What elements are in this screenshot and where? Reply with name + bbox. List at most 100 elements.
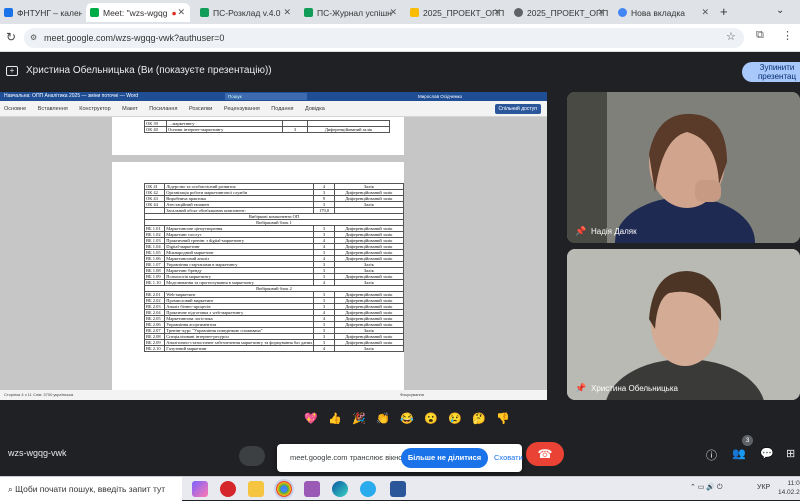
toast-message: meet.google.com транслює вікно. (290, 453, 405, 462)
word-share-button[interactable]: Спільний доступ (494, 104, 541, 114)
ribbon-tab[interactable]: Основне (4, 106, 26, 112)
edge-icon[interactable] (332, 481, 348, 497)
chat-icon[interactable]: 💬 (760, 447, 774, 460)
chevron-down-icon[interactable]: ⌄ (776, 5, 784, 16)
reaction-party[interactable]: 🎉 (348, 410, 370, 428)
clock[interactable]: 11:0 14.02.2 (778, 479, 800, 497)
site-info-icon[interactable]: ⚙ (30, 28, 37, 48)
ribbon-tab[interactable]: Вставлення (38, 106, 68, 112)
reaction-thinking[interactable]: 🤔 (468, 410, 490, 428)
hide-toast-link[interactable]: Сховати (494, 453, 523, 462)
meeting-code: wzs-wgqg-vwk (8, 448, 67, 458)
pin-icon[interactable]: 📌 (575, 226, 586, 237)
close-icon[interactable]: ✕ (597, 7, 605, 18)
reaction-sad[interactable]: 😢 (444, 410, 466, 428)
sharing-toast: meet.google.com транслює вікно. Більше н… (277, 444, 523, 472)
close-icon[interactable]: ✕ (177, 7, 185, 18)
reaction-heart[interactable]: 💖 (300, 410, 322, 428)
word-search-box[interactable]: Пошук (225, 93, 307, 100)
document-page: ОК 41 Лідерство та особистісний розвиток 4… (112, 162, 405, 390)
reaction-thumbs-down[interactable]: 👎 (492, 410, 514, 428)
menu-icon[interactable]: ⋮ (782, 29, 793, 42)
word-icon[interactable] (390, 481, 406, 497)
close-icon[interactable]: ✕ (701, 7, 709, 18)
word-title-bar: Навчальна: ОПП Аналітика 2025 — зміни по… (0, 92, 547, 101)
meet-icon (90, 8, 99, 17)
drive-icon (410, 8, 419, 17)
recording-icon: ● (171, 7, 177, 18)
table-row: ОК 40 Основи інтернет-маркетингу 3 Диференц… (144, 126, 390, 133)
ribbon-tab[interactable]: Подання (271, 106, 293, 112)
tab-schedule[interactable]: ПС-Розклад v.4.0 ✕ (196, 3, 296, 22)
language-indicator[interactable]: УКР (757, 484, 770, 491)
close-icon[interactable]: ✕ (493, 7, 501, 18)
ribbon-tab[interactable]: Макет (122, 106, 138, 112)
table-cell: 3 (282, 126, 308, 133)
stop-sharing-button[interactable]: Більше не ділитися (401, 448, 488, 468)
participant-video (567, 92, 800, 243)
participant-tile[interactable]: 📌 Христина Обельницька (567, 249, 800, 400)
info-icon[interactable]: ⓘ (706, 447, 717, 463)
tab-project-2[interactable]: 2025_ПРОЕКТ_ОПП ✕ (510, 3, 610, 22)
bookmark-star-icon[interactable]: ☆ (726, 30, 736, 43)
pin-icon[interactable]: 📌 (575, 383, 586, 394)
reaction-clap[interactable]: 👏 (372, 410, 394, 428)
opera-icon[interactable] (220, 481, 236, 497)
close-icon[interactable]: ✕ (283, 7, 291, 18)
address-bar-row: ↻ ⚙ meet.google.com/wzs-wgqg-vwk?authuser… (0, 24, 800, 52)
presenter-status: Христина Обельницька (Ви (показуєте през… (26, 65, 272, 76)
tab-meet[interactable]: Meet: "wzs-wgqg ● ✕ (86, 3, 190, 22)
telegram-icon[interactable] (360, 481, 376, 497)
word-ribbon: Основне Вставлення Конструктор Макет Пос… (0, 101, 547, 117)
app-icon[interactable] (304, 481, 320, 497)
reaction-laugh[interactable]: 😂 (396, 410, 418, 428)
ribbon-tab[interactable]: Розсилки (189, 106, 212, 112)
presentation-bar: + Христина Обельницька (Ви (показуєте пр… (0, 52, 800, 90)
participant-name: Христина Обельницька (591, 384, 678, 393)
activities-icon[interactable]: ⊞ (786, 447, 795, 460)
reaction-bar: 💖 👍 🎉 👏 😂 😮 😢 🤔 👎 (300, 410, 514, 428)
taskbar-search[interactable]: ⌕ Щоби почати пошук, введіть запит тут (0, 477, 182, 501)
ribbon-tab[interactable]: Конструктор (79, 106, 110, 112)
microphone-button[interactable] (239, 446, 265, 466)
tab-strip: ФНТУНГ – календар Meet: "wzs-wgqg●✕ ПС-Р… (0, 0, 800, 24)
url-field[interactable]: ⚙ meet.google.com/wzs-wgqg-vwk?authuser=0 (24, 28, 744, 48)
reaction-surprised[interactable]: 😮 (420, 410, 442, 428)
participant-count-badge: 3 (742, 435, 753, 446)
file-explorer-icon[interactable] (248, 481, 264, 497)
shared-screen: Навчальна: ОПП Аналітика 2025 — зміни по… (0, 92, 547, 400)
chrome-taskbar-icon[interactable] (276, 481, 292, 497)
windows-taskbar: ⌕ Щоби почати пошук, введіть запит тут ⌃… (0, 476, 800, 501)
tab-calendar[interactable]: ФНТУНГ – календар (0, 3, 82, 22)
participant-video (567, 249, 800, 400)
tab-project-1[interactable]: 2025_ПРОЕКТ_ОПП ✕ (406, 3, 506, 22)
word-user: Мирослав Осідчемко (418, 94, 463, 99)
word-status-bar: Сторінка 4 з 11 Слів: 3700 українська Фок… (0, 390, 547, 400)
system-tray-icons[interactable]: ⌃ ▭ 🔊 ⏻ (690, 483, 723, 492)
close-icon[interactable]: ✕ (389, 7, 397, 18)
globe-icon (514, 8, 523, 17)
reload-icon[interactable]: ↻ (6, 30, 16, 44)
table-row: ВБ 2.10 Галузевий маркетинг 4 Залік (143, 345, 405, 352)
present-icon: + (6, 66, 18, 76)
table-cell: Галузевий маркетинг (164, 345, 315, 352)
stop-presenting-button[interactable]: Зупинити презентац (742, 62, 800, 82)
reaction-thumbs-up[interactable]: 👍 (324, 410, 346, 428)
copilot-icon[interactable] (192, 481, 208, 497)
ribbon-tab[interactable]: Рецензування (224, 106, 260, 112)
sheets-icon (200, 8, 209, 17)
participant-tile[interactable]: 📌 Надія Даляк (567, 92, 800, 243)
ribbon-tab[interactable]: Посилання (149, 106, 177, 112)
people-icon[interactable]: 👥 (732, 447, 746, 460)
extensions-icon[interactable]: ⧉ (756, 29, 764, 42)
table-cell: Аналітично-статистичне забезпечення марк… (164, 339, 315, 346)
table-cell: ВБ 2.10 (143, 345, 166, 352)
leave-call-button[interactable]: ☎ (526, 442, 564, 466)
document-page: ОК 39 …маркетингу ОК 40 Основи інтернет-мар… (112, 117, 404, 155)
table-cell: ОК 40 (144, 126, 167, 133)
new-tab-button[interactable]: + (720, 4, 728, 19)
tab-new[interactable]: Нова вкладка ✕ (614, 3, 714, 22)
tab-journal[interactable]: ПС-Журнал успішн ✕ (300, 3, 402, 22)
ribbon-tab[interactable]: Довідка (305, 106, 325, 112)
curriculum-table: ОК 41 Лідерство та особистісний розвиток 4… (143, 183, 405, 352)
